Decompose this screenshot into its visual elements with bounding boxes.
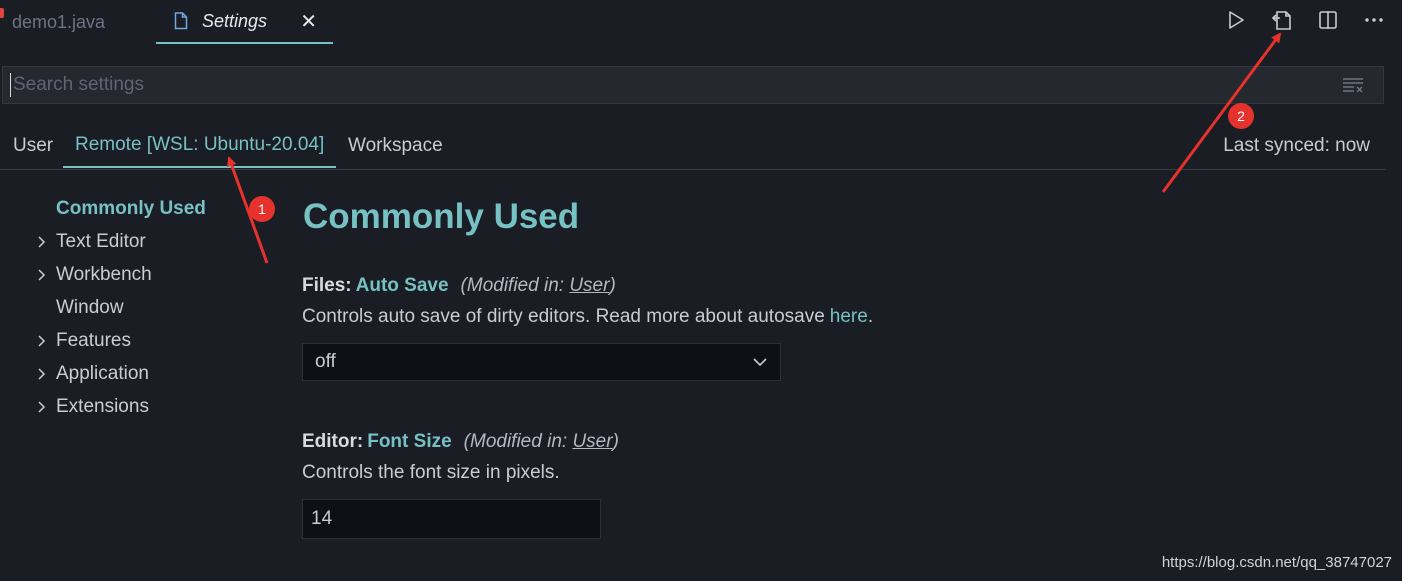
editor-actions: [1202, 0, 1402, 40]
chevron-right-icon: [38, 236, 46, 248]
auto-save-select[interactable]: off: [302, 343, 781, 381]
modified-in-user-link[interactable]: User: [572, 431, 612, 452]
setting-header: Files: Auto Save (Modified in: User): [302, 271, 873, 301]
open-settings-json-icon[interactable]: [1270, 8, 1294, 32]
close-icon[interactable]: ✕: [300, 9, 317, 34]
tab-settings[interactable]: Settings ✕: [156, 0, 333, 44]
setting-header: Editor: Font Size (Modified in: User): [302, 427, 619, 457]
annotation-badge-2: 2: [1228, 103, 1254, 129]
setting-description: Controls auto save of dirty editors. Rea…: [302, 306, 874, 328]
setting-category: Editor:: [302, 431, 364, 452]
split-editor-icon[interactable]: [1316, 8, 1340, 32]
editor-tab-bar: demo1.java Settings ✕: [0, 0, 1402, 44]
tab-remote-wsl[interactable]: Remote [WSL: Ubuntu-20.04]: [63, 124, 337, 168]
font-size-input[interactable]: 14: [302, 499, 601, 539]
search-bar: [2, 66, 1384, 104]
tab-label: Settings: [202, 10, 268, 31]
section-title: Commonly Used: [303, 197, 580, 236]
chevron-down-icon: [752, 357, 768, 367]
toc-item-label: Commonly Used: [56, 197, 206, 219]
toc-item-label: Window: [56, 296, 124, 318]
tab-label: demo1.java: [12, 11, 106, 32]
chevron-right-icon: [38, 335, 46, 347]
toc-item-window[interactable]: Window: [30, 291, 206, 324]
search-input[interactable]: [11, 68, 1341, 102]
chevron-right-icon: [38, 269, 46, 281]
toc-item-text-editor[interactable]: Text Editor: [30, 225, 206, 258]
modified-indicator: [0, 8, 4, 18]
file-icon: [174, 11, 190, 31]
toc-item-label: Application: [56, 362, 149, 384]
toc-item-commonly-used[interactable]: Commonly Used: [30, 192, 206, 225]
clear-filter-icon[interactable]: [1341, 75, 1365, 95]
modified-in-user-link[interactable]: User: [569, 275, 609, 296]
toc-item-label: Features: [56, 329, 131, 351]
toc-item-extensions[interactable]: Extensions: [30, 390, 206, 423]
setting-font-size: Editor: Font Size (Modified in: User) Co…: [302, 427, 619, 539]
watermark: https://blog.csdn.net/qq_38747027: [1161, 554, 1392, 571]
settings-toc: Commonly Used Text Editor Workbench Window F…: [30, 192, 206, 423]
run-icon[interactable]: [1224, 8, 1248, 32]
toc-item-features[interactable]: Features: [30, 324, 206, 357]
setting-description: Controls the font size in pixels.: [302, 462, 560, 483]
toc-item-application[interactable]: Application: [30, 357, 206, 390]
toc-item-workbench[interactable]: Workbench: [30, 258, 206, 291]
autosave-here-link[interactable]: here: [830, 306, 868, 328]
modified-in-label: (Modified in: User): [463, 431, 619, 452]
toc-item-label: Workbench: [56, 263, 152, 285]
setting-category: Files:: [302, 275, 352, 296]
tab-demo1-java[interactable]: demo1.java: [0, 0, 150, 44]
sync-status: Last synced: now: [1223, 135, 1370, 156]
setting-key: Auto Save: [355, 275, 449, 296]
toc-item-label: Extensions: [56, 395, 149, 417]
chevron-right-icon: [38, 368, 46, 380]
chevron-right-icon: [38, 401, 46, 413]
select-value: off: [315, 351, 336, 372]
tab-workspace[interactable]: Workspace: [348, 124, 443, 168]
setting-key: Font Size: [367, 431, 452, 452]
annotation-badge-1: 1: [249, 196, 275, 222]
more-actions-icon[interactable]: [1362, 8, 1386, 32]
toc-item-label: Text Editor: [56, 230, 146, 252]
setting-auto-save: Files: Auto Save (Modified in: User) Con…: [302, 271, 873, 381]
settings-scope-tabs: User Remote [WSL: Ubuntu-20.04] Workspac…: [0, 124, 1386, 170]
tab-user[interactable]: User: [13, 124, 53, 168]
modified-in-label: (Modified in: User): [460, 275, 616, 296]
